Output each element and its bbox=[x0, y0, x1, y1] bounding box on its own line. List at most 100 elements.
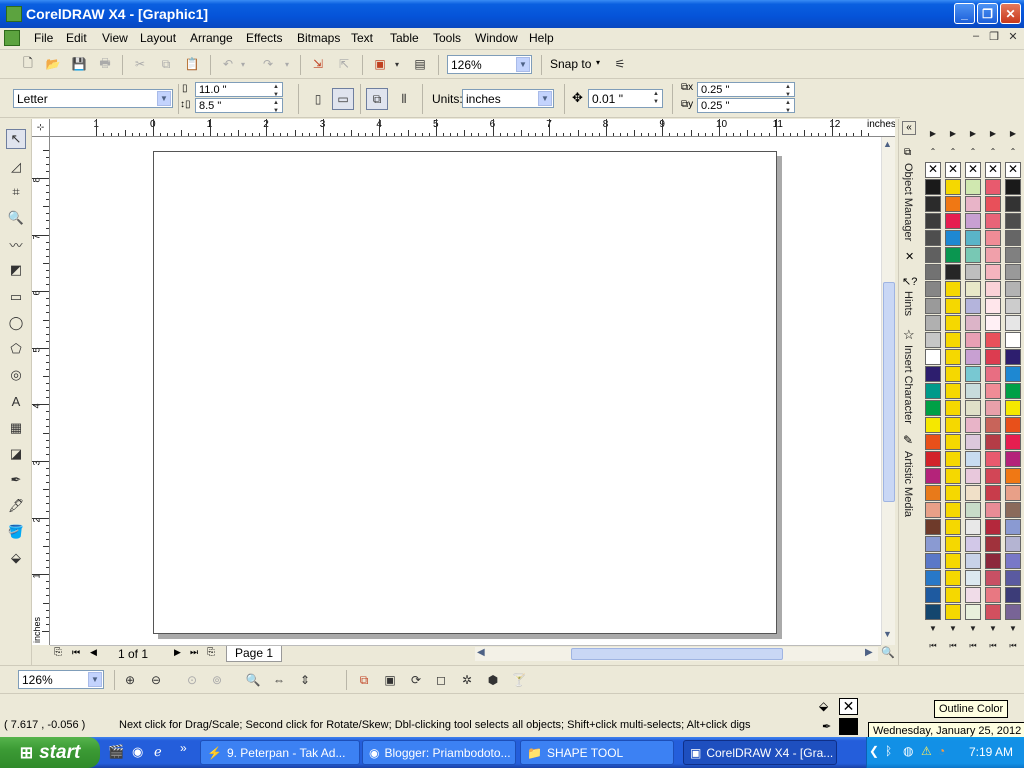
color-swatch[interactable] bbox=[965, 400, 981, 416]
task-blogger[interactable]: ◉ Blogger: Priambodoto... bbox=[362, 740, 516, 765]
chevron-down-icon[interactable]: ▼ bbox=[88, 672, 102, 687]
chevron-down-icon[interactable]: ▼ bbox=[538, 91, 552, 106]
color-swatch[interactable] bbox=[985, 485, 1001, 501]
color-swatch[interactable] bbox=[965, 570, 981, 586]
color-swatch[interactable] bbox=[965, 298, 981, 314]
ellipse-tool-icon[interactable]: ◯ bbox=[6, 313, 26, 333]
palette-scroll-end-icon[interactable]: ⏮ bbox=[1005, 639, 1021, 653]
previous-page-icon[interactable]: ◀ bbox=[90, 647, 97, 658]
palette-scroll-down-icon[interactable]: ▼ bbox=[945, 622, 961, 636]
color-swatch[interactable] bbox=[1005, 179, 1021, 195]
color-swatch[interactable] bbox=[985, 553, 1001, 569]
interactive-blend-tool-icon[interactable]: ◪ bbox=[6, 444, 26, 464]
color-swatch[interactable] bbox=[925, 400, 941, 416]
duplicate-y-spinner[interactable]: ▲ ▼ bbox=[783, 99, 793, 116]
color-swatch[interactable] bbox=[925, 587, 941, 603]
color-swatch[interactable] bbox=[925, 434, 941, 450]
color-swatch[interactable] bbox=[925, 315, 941, 331]
color-swatch[interactable] bbox=[985, 536, 1001, 552]
no-color-swatch[interactable]: ✕ bbox=[1005, 162, 1021, 178]
nudge-spinner[interactable]: ▲ ▼ bbox=[651, 90, 661, 107]
task-coreldraw[interactable]: ▣ CorelDRAW X4 - [Gra... bbox=[683, 740, 837, 765]
zoom-all-objects-icon[interactable]: ⊚ bbox=[207, 670, 227, 690]
color-swatch[interactable] bbox=[945, 264, 961, 280]
menu-edit[interactable]: Edit bbox=[66, 31, 87, 45]
menu-table[interactable]: Table bbox=[390, 31, 419, 45]
color-swatch[interactable] bbox=[945, 519, 961, 535]
color-swatch[interactable] bbox=[945, 485, 961, 501]
nudge-distance-field[interactable]: 0.01 " ▲ ▼ bbox=[588, 89, 663, 108]
navigator-icon[interactable]: 🔍 bbox=[881, 646, 895, 659]
color-swatch[interactable] bbox=[945, 468, 961, 484]
bluetooth-icon[interactable]: ᛒ bbox=[885, 744, 892, 758]
warning-icon[interactable]: ⚠ bbox=[921, 744, 932, 758]
color-swatch[interactable] bbox=[965, 247, 981, 263]
color-swatch[interactable] bbox=[925, 417, 941, 433]
color-swatch[interactable] bbox=[985, 417, 1001, 433]
palette-scroll-up-icon[interactable]: ⌃ bbox=[1005, 145, 1021, 159]
color-swatch[interactable] bbox=[945, 213, 961, 229]
color-swatch[interactable] bbox=[985, 315, 1001, 331]
zoom-in-icon[interactable]: ⊕ bbox=[120, 670, 140, 690]
color-swatch[interactable] bbox=[965, 604, 981, 620]
next-page-icon[interactable]: ▶ bbox=[174, 647, 181, 658]
chrome-icon[interactable]: ◉ bbox=[132, 744, 143, 760]
vertical-scroll-thumb[interactable] bbox=[883, 282, 895, 502]
color-swatch[interactable] bbox=[1005, 281, 1021, 297]
color-swatch[interactable] bbox=[945, 315, 961, 331]
avast-icon[interactable]: ◔ bbox=[938, 744, 945, 758]
color-swatch[interactable] bbox=[1005, 570, 1021, 586]
color-swatch[interactable] bbox=[945, 570, 961, 586]
freehand-tool-icon[interactable]: 〰 bbox=[6, 234, 26, 254]
color-swatch[interactable] bbox=[1005, 604, 1021, 620]
snap-to-dropdown-icon[interactable]: ▾ bbox=[596, 58, 600, 67]
color-swatch[interactable] bbox=[945, 553, 961, 569]
menu-text[interactable]: Text bbox=[351, 31, 373, 45]
color-swatch[interactable] bbox=[925, 264, 941, 280]
color-swatch[interactable] bbox=[925, 349, 941, 365]
color-swatch[interactable] bbox=[1005, 400, 1021, 416]
undo-icon[interactable]: ↶ bbox=[218, 54, 238, 74]
color-swatch[interactable] bbox=[945, 349, 961, 365]
intersect-icon[interactable]: ⟳ bbox=[406, 670, 426, 690]
snap-to-button[interactable]: Snap to bbox=[550, 57, 591, 71]
doc-close-icon[interactable]: ✕ bbox=[1005, 30, 1021, 46]
paper-height-field[interactable]: 8.5 " ▲ ▼ bbox=[195, 98, 283, 114]
create-boundary-icon[interactable]: 🍸 bbox=[509, 670, 529, 690]
horizontal-scroll-thumb[interactable] bbox=[571, 648, 783, 660]
color-swatch[interactable] bbox=[945, 502, 961, 518]
tab-insert-character[interactable]: Insert Character bbox=[902, 345, 914, 424]
zoom-page-height-icon[interactable]: ⇕ bbox=[295, 670, 315, 690]
horizontal-ruler[interactable]: 10123456789101112inches bbox=[50, 119, 895, 137]
paste-icon[interactable]: 📋 bbox=[182, 54, 202, 74]
palette-flyout-icon[interactable]: ▶ bbox=[925, 127, 941, 141]
palette-scroll-down-icon[interactable]: ▼ bbox=[1005, 622, 1021, 636]
menu-help[interactable]: Help bbox=[529, 31, 554, 45]
color-swatch[interactable] bbox=[925, 298, 941, 314]
menu-tools[interactable]: Tools bbox=[433, 31, 461, 45]
palette-scroll-end-icon[interactable]: ⏮ bbox=[945, 639, 961, 653]
color-swatch[interactable] bbox=[1005, 434, 1021, 450]
polygon-tool-icon[interactable]: ⬠ bbox=[6, 339, 26, 359]
redo-icon[interactable]: ↷ bbox=[258, 54, 278, 74]
color-swatch[interactable] bbox=[985, 247, 1001, 263]
color-swatch[interactable] bbox=[945, 604, 961, 620]
palette-flyout-icon[interactable]: ▶ bbox=[945, 127, 961, 141]
color-swatch[interactable] bbox=[985, 468, 1001, 484]
trim-icon[interactable]: ▣ bbox=[380, 670, 400, 690]
color-swatch[interactable] bbox=[985, 604, 1001, 620]
menu-file[interactable]: File bbox=[34, 31, 53, 45]
color-swatch[interactable] bbox=[1005, 519, 1021, 535]
scroll-right-icon[interactable]: ▶ bbox=[865, 647, 873, 658]
color-swatch[interactable] bbox=[925, 247, 941, 263]
color-swatch[interactable] bbox=[965, 536, 981, 552]
open-icon[interactable]: 📂 bbox=[43, 54, 63, 74]
outline-color-swatch[interactable] bbox=[839, 718, 858, 735]
add-page-after-icon[interactable]: ⎘ bbox=[207, 647, 215, 658]
color-swatch[interactable] bbox=[985, 502, 1001, 518]
media-player-icon[interactable]: 🎬 bbox=[108, 744, 124, 760]
task-shape-tool[interactable]: 📁 SHAPE TOOL bbox=[520, 740, 674, 765]
color-swatch[interactable] bbox=[945, 417, 961, 433]
duplicate-x-field[interactable]: 0.25 " ▲ ▼ bbox=[697, 82, 795, 98]
palette-scroll-up-icon[interactable]: ⌃ bbox=[965, 145, 981, 159]
